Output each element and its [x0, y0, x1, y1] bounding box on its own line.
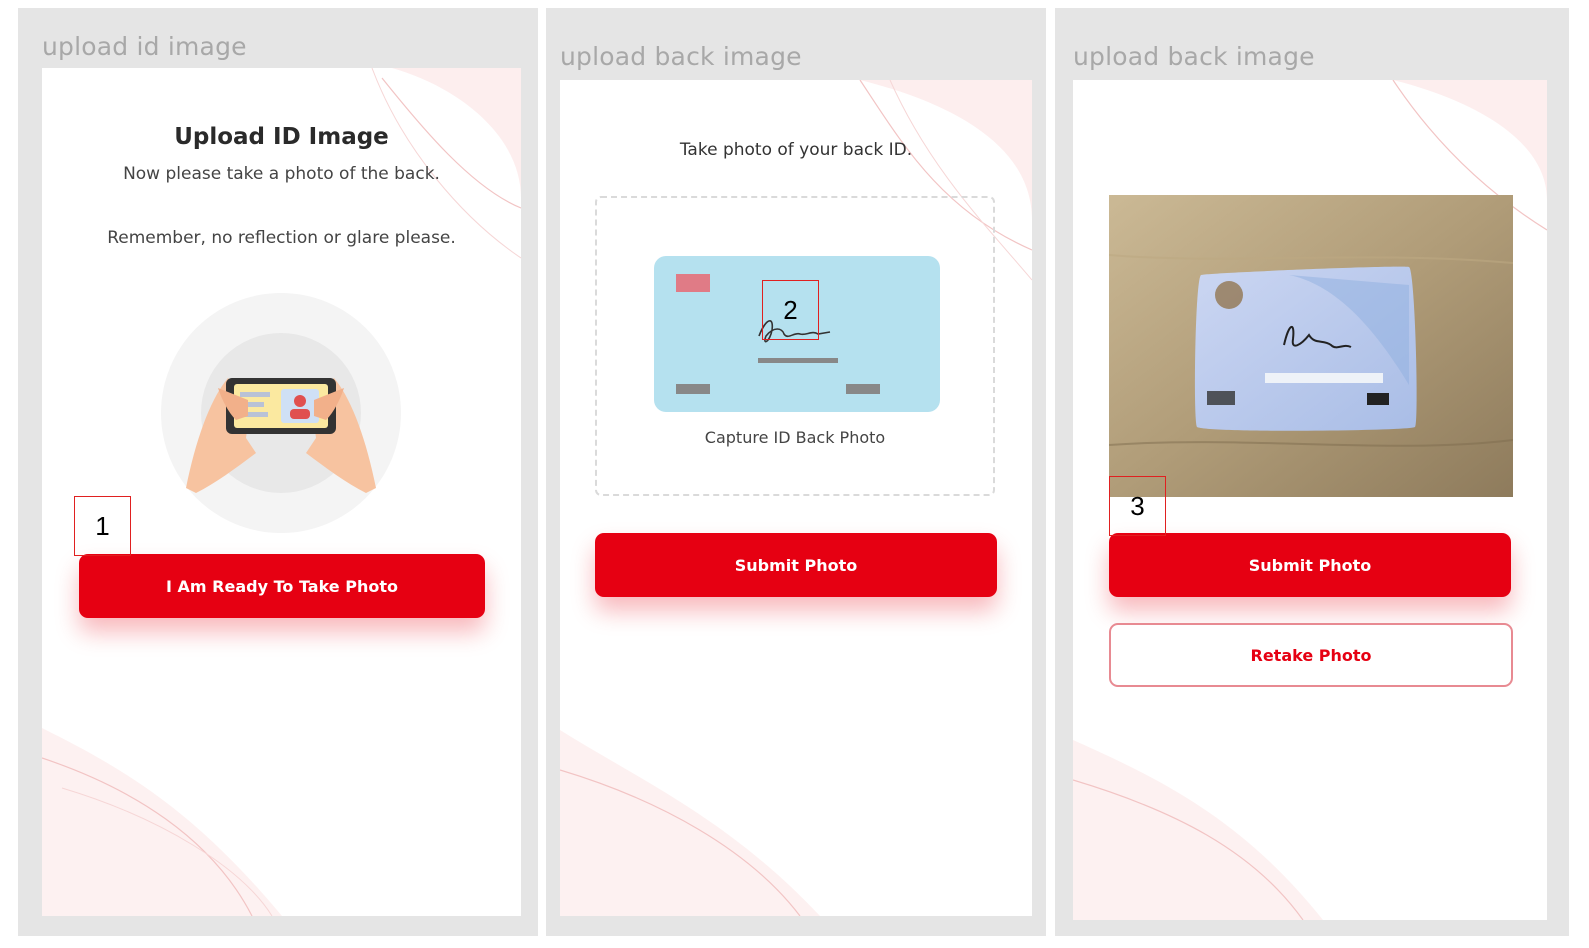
submit-photo-button[interactable]: Submit Photo [595, 533, 997, 597]
capture-label: Capture ID Back Photo [704, 428, 886, 447]
retake-photo-button[interactable]: Retake Photo [1109, 623, 1513, 687]
captured-id-photo [1109, 195, 1513, 497]
annotation-marker: 2 [762, 280, 819, 340]
upload-id-panel: upload id image Upload ID Image Now plea… [18, 8, 538, 936]
capture-area[interactable]: Capture ID Back Photo [595, 196, 995, 496]
panel-title: upload back image [560, 42, 802, 71]
upload-back-card: Take photo of your back ID. Capture ID B… [560, 80, 1032, 916]
annotation-marker: 1 [74, 496, 131, 556]
upload-id-card: Upload ID Image Now please take a photo … [42, 68, 521, 916]
subtitle-text: Now please take a photo of the back. [123, 164, 440, 184]
upload-back-panel: upload back image Take photo of your bac… [546, 8, 1046, 936]
glare-note-text: Remember, no reflection or glare please. [107, 228, 456, 248]
upload-back-preview-panel: upload back image Submit Photo Retake Ph… [1055, 8, 1569, 936]
hands-holding-phone-icon [161, 293, 401, 533]
submit-photo-button[interactable]: Submit Photo [1109, 533, 1511, 597]
instruction-text: Take photo of your back ID. [679, 140, 913, 160]
ready-to-take-photo-button[interactable]: I Am Ready To Take Photo [79, 554, 485, 618]
page-heading: Upload ID Image [174, 124, 389, 150]
annotation-marker: 3 [1109, 476, 1166, 536]
panel-title: upload back image [1073, 42, 1315, 71]
panel-title: upload id image [42, 32, 247, 61]
